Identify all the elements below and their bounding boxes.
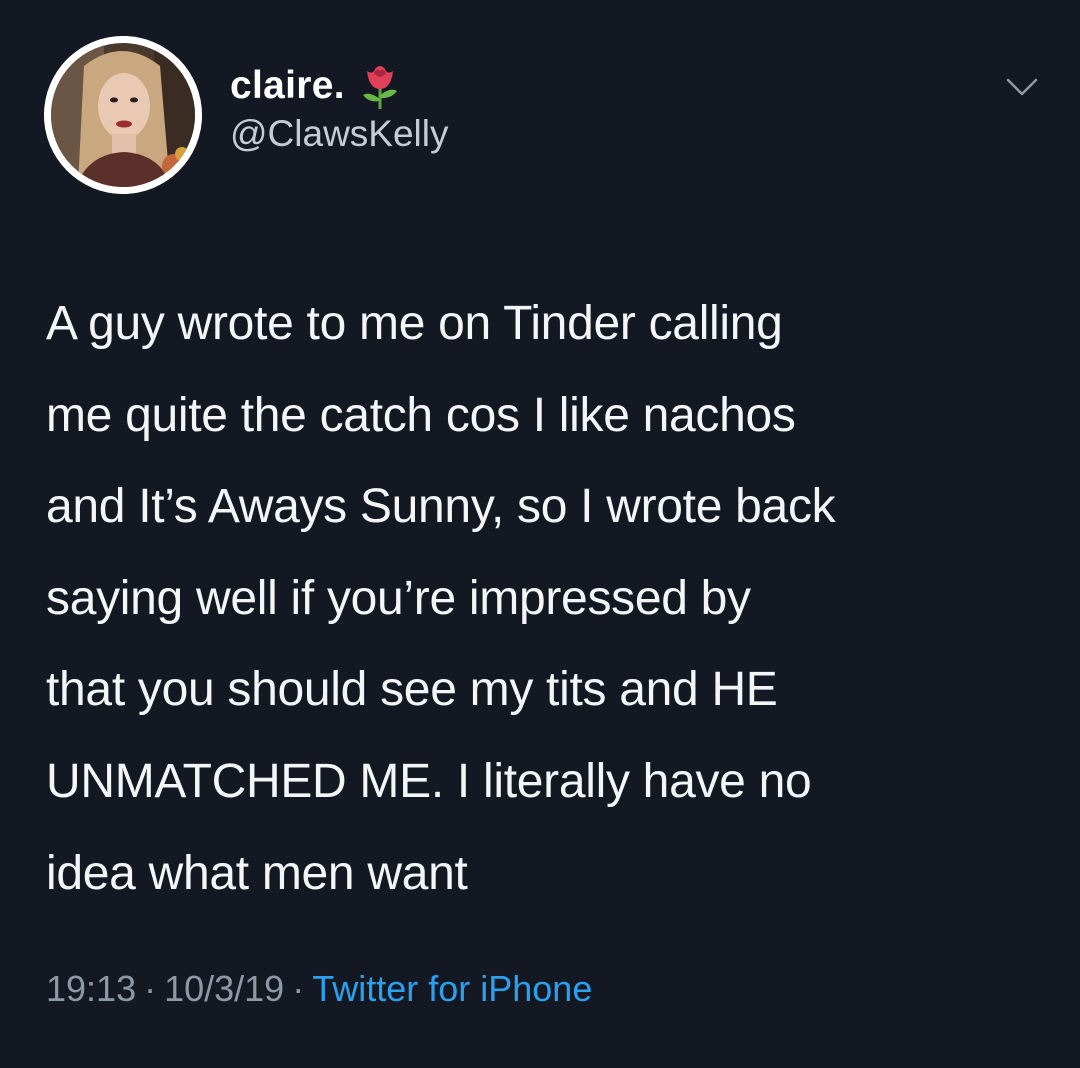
profile-photo-icon xyxy=(44,36,202,194)
display-name[interactable]: claire. xyxy=(230,64,345,108)
tweet-source-link[interactable]: Twitter for iPhone xyxy=(312,968,592,1009)
tweet-text-line: A guy wrote to me on Tinder calling xyxy=(46,297,783,350)
tweet-text-line: saying well if you’re impressed by xyxy=(46,571,751,625)
author-handle[interactable]: @ClawsKelly xyxy=(230,113,449,155)
rose-icon xyxy=(359,61,401,111)
tweet-time[interactable]: 19:13 xyxy=(46,968,136,1009)
tweet-card: claire. @ClawsKelly A guy wrote to me on… xyxy=(0,0,1080,1068)
chevron-down-icon[interactable] xyxy=(1000,72,1044,102)
tweet-text-line: UNMATCHED ME. I literally have no xyxy=(46,754,812,808)
meta-separator: · xyxy=(144,968,157,1009)
author-name-row[interactable]: claire. xyxy=(230,58,401,114)
avatar[interactable] xyxy=(44,36,202,194)
tweet-text-line: that you should see my tits and HE xyxy=(46,663,778,717)
tweet-text-line: idea what men want xyxy=(46,846,468,900)
tweet-date[interactable]: 10/3/19 xyxy=(164,968,284,1009)
tweet-text-line: me quite the catch cos I like nachos xyxy=(46,388,796,442)
meta-separator: · xyxy=(292,968,305,1009)
tweet-text-line: and It’s Aways Sunny, so I wrote back xyxy=(46,480,836,534)
tweet-text: A guy wrote to me on Tinder calling me q… xyxy=(46,278,1056,919)
tweet-meta: 19:13 · 10/3/19 · Twitter for iPhone xyxy=(46,968,592,1010)
